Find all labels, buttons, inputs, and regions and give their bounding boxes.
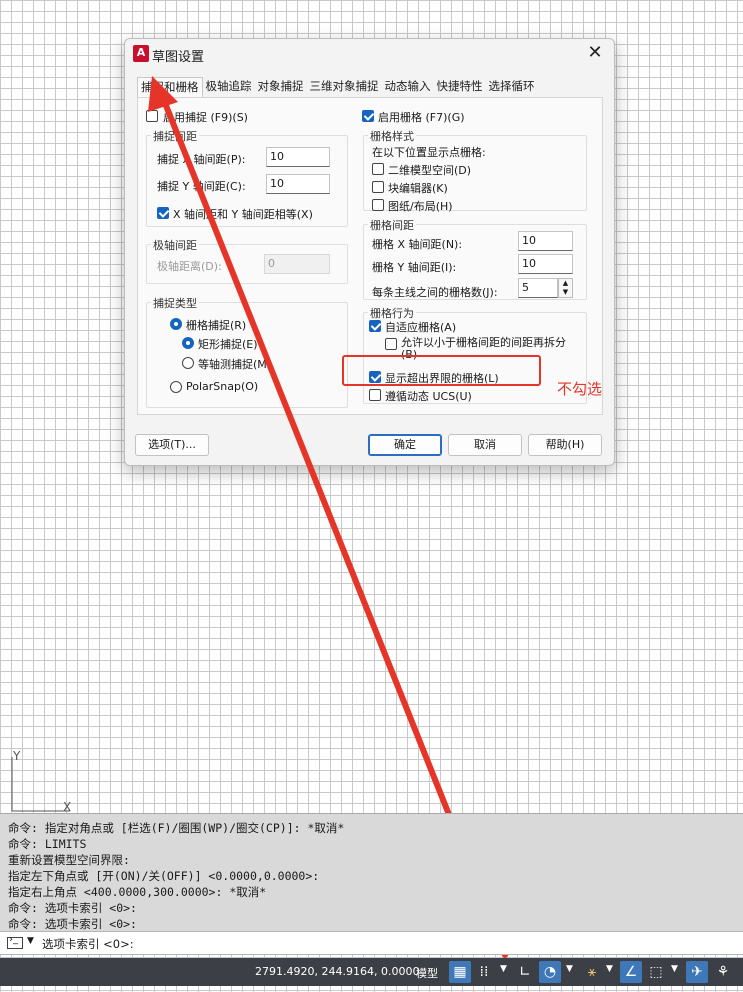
polar-spacing-legend: 极轴间距	[151, 237, 199, 253]
tab-3d-object-snap[interactable]: 三维对象捕捉	[307, 77, 382, 97]
follow-ucs-checkbox[interactable]	[369, 389, 381, 401]
grid-style-caption: 在以下位置显示点栅格:	[372, 146, 486, 159]
grid-display-icon[interactable]: ▦	[449, 961, 471, 983]
iso-snap-radio[interactable]	[182, 357, 194, 369]
snap-y-label: 捕捉 Y 轴间距(C):	[157, 180, 246, 193]
iso-snap-label: 等轴测捕捉(M)	[198, 358, 272, 371]
block-editor-checkbox[interactable]	[372, 181, 384, 193]
autocad-app-icon: A	[133, 45, 149, 62]
annotation-highlight-box	[342, 355, 541, 386]
history-line: 指定右上角点 <400.0000,300.0000>: *取消*	[8, 885, 267, 899]
snap-on-checkbox[interactable]	[146, 110, 158, 122]
history-line: 命令: 选项卡索引 <0>:	[8, 901, 137, 915]
dialog-title: 草图设置	[152, 50, 205, 65]
ucs-x-label: X	[63, 800, 71, 814]
tab-snap-and-grid[interactable]: 捕捉和栅格	[137, 77, 203, 97]
polar-snap-radio[interactable]	[170, 381, 182, 393]
command-history: 命令: 指定对角点或 [栏选(F)/圈围(WP)/圈交(CP)]: *取消* 命…	[0, 813, 743, 931]
history-line: 命令: 选项卡索引 <0>:	[8, 917, 137, 931]
xy-equal-label: X 轴间距和 Y 轴间距相等(X)	[173, 208, 313, 221]
chevron-down-icon[interactable]: ▼	[500, 964, 507, 974]
snap-on-label: 启用捕捉 (F9)(S)	[163, 111, 248, 124]
snap-spacing-legend: 捕捉间距	[151, 128, 199, 144]
workspace-icon[interactable]: ⚘	[712, 961, 734, 983]
coordinates-readout: 2791.4920, 244.9164, 0.0000	[255, 965, 420, 978]
grid-on-label: 启用栅格 (F7)(G)	[378, 111, 465, 124]
chevron-down-icon[interactable]: ▼	[671, 964, 678, 974]
polar-tracking-icon[interactable]: ◔	[539, 961, 561, 983]
ortho-icon[interactable]: ∟	[515, 961, 535, 983]
tab-quick-properties[interactable]: 快捷特性	[434, 77, 486, 97]
paper-layout-checkbox[interactable]	[372, 199, 384, 211]
chevron-down-icon[interactable]: ▼	[566, 964, 573, 974]
grid-x-input[interactable]: 10	[518, 231, 573, 251]
object-snap-tracking-icon[interactable]: ∠	[620, 961, 642, 983]
grid-x-label: 栅格 X 轴间距(N):	[372, 238, 463, 251]
polar-distance-input[interactable]: 0	[264, 254, 330, 274]
help-button[interactable]: 帮助(H)	[528, 434, 602, 456]
annotation-scale-icon[interactable]: ✈	[686, 961, 708, 983]
grid-y-input[interactable]: 10	[518, 254, 573, 274]
polar-distance-label: 极轴距离(D):	[157, 260, 222, 273]
close-icon[interactable]: ✕	[584, 42, 606, 64]
chevron-down-icon[interactable]: ▼	[606, 964, 613, 974]
snap-x-label: 捕捉 X 轴间距(P):	[157, 153, 246, 166]
major-line-label: 每条主线之间的栅格数(J):	[372, 286, 498, 299]
model-space-checkbox[interactable]	[372, 163, 384, 175]
command-line[interactable]: ▼ 选项卡索引 <0>:	[0, 931, 743, 955]
object-snap-icon[interactable]: ⬚	[646, 961, 666, 983]
snap-mode-icon[interactable]: ⁞⁞	[474, 961, 494, 983]
annotation-text: 不勾选	[557, 380, 603, 398]
tab-selection-cycling[interactable]: 选择循环	[486, 77, 538, 97]
snap-y-input[interactable]: 10	[266, 174, 330, 194]
rect-snap-label: 矩形捕捉(E)	[198, 338, 258, 351]
grid-style-legend: 栅格样式	[368, 128, 416, 144]
history-line: 命令: LIMITS	[8, 837, 87, 851]
model-space-toggle[interactable]: 模型	[416, 965, 438, 981]
adaptive-grid-label: 自适应栅格(A)	[385, 321, 457, 334]
grid-snap-label: 栅格捕捉(R)	[186, 319, 247, 332]
major-line-spinner[interactable]: ▲ ▼	[558, 278, 573, 298]
block-editor-label: 块编辑器(K)	[388, 182, 448, 195]
drafting-settings-dialog: A 草图设置 ✕ 捕捉和栅格 极轴追踪 对象捕捉 三维对象捕捉 动态输入 快捷特…	[124, 38, 615, 466]
polar-snap-label: PolarSnap(O)	[186, 380, 259, 393]
history-line: 重新设置模型空间界限:	[8, 853, 130, 867]
xy-equal-checkbox[interactable]	[157, 207, 169, 219]
adaptive-grid-checkbox[interactable]	[369, 320, 381, 332]
major-line-input[interactable]: 5	[518, 278, 558, 298]
tab-polar-tracking[interactable]: 极轴追踪	[203, 77, 255, 97]
ok-button[interactable]: 确定	[368, 434, 442, 456]
options-button[interactable]: 选项(T)...	[135, 434, 209, 456]
grid-spacing-legend: 栅格间距	[368, 217, 416, 233]
ucs-y-label: Y	[12, 749, 21, 763]
isodraft-icon[interactable]: ⚹	[582, 961, 602, 983]
follow-ucs-label: 遵循动态 UCS(U)	[385, 390, 472, 403]
rect-snap-radio[interactable]	[182, 337, 194, 349]
tab-dynamic-input[interactable]: 动态输入	[382, 77, 434, 97]
model-space-label: 二维模型空间(D)	[388, 164, 472, 177]
dialog-titlebar[interactable]: A 草图设置 ✕	[125, 39, 614, 69]
snap-x-input[interactable]: 10	[266, 147, 330, 167]
snap-type-legend: 捕捉类型	[151, 295, 199, 311]
history-line: 指定左下角点或 [开(ON)/关(OFF)] <0.0000,0.0000>:	[8, 869, 320, 883]
history-line: 命令: 指定对角点或 [栏选(F)/圈围(WP)/圈交(CP)]: *取消*	[8, 821, 345, 835]
paper-layout-label: 图纸/布局(H)	[388, 200, 453, 213]
subdivide-checkbox[interactable]	[385, 338, 397, 350]
tab-object-snap[interactable]: 对象捕捉	[255, 77, 307, 97]
grid-on-checkbox[interactable]	[362, 110, 374, 122]
terminal-icon[interactable]	[7, 934, 23, 949]
ucs-icon: Y X	[11, 749, 71, 814]
cancel-button[interactable]: 取消	[448, 434, 522, 456]
grid-snap-radio[interactable]	[170, 318, 182, 330]
command-prompt: 选项卡索引 <0>:	[42, 937, 134, 951]
tab-strip: 捕捉和栅格 极轴追踪 对象捕捉 三维对象捕捉 动态输入 快捷特性 选择循环	[137, 77, 538, 97]
chevron-down-icon[interactable]: ▼	[27, 936, 34, 946]
status-bar: 2791.4920, 244.9164, 0.0000 模型 ▦ ⁞⁞ ▼ ∟ …	[0, 958, 743, 986]
grid-y-label: 栅格 Y 轴间距(I):	[372, 261, 457, 274]
